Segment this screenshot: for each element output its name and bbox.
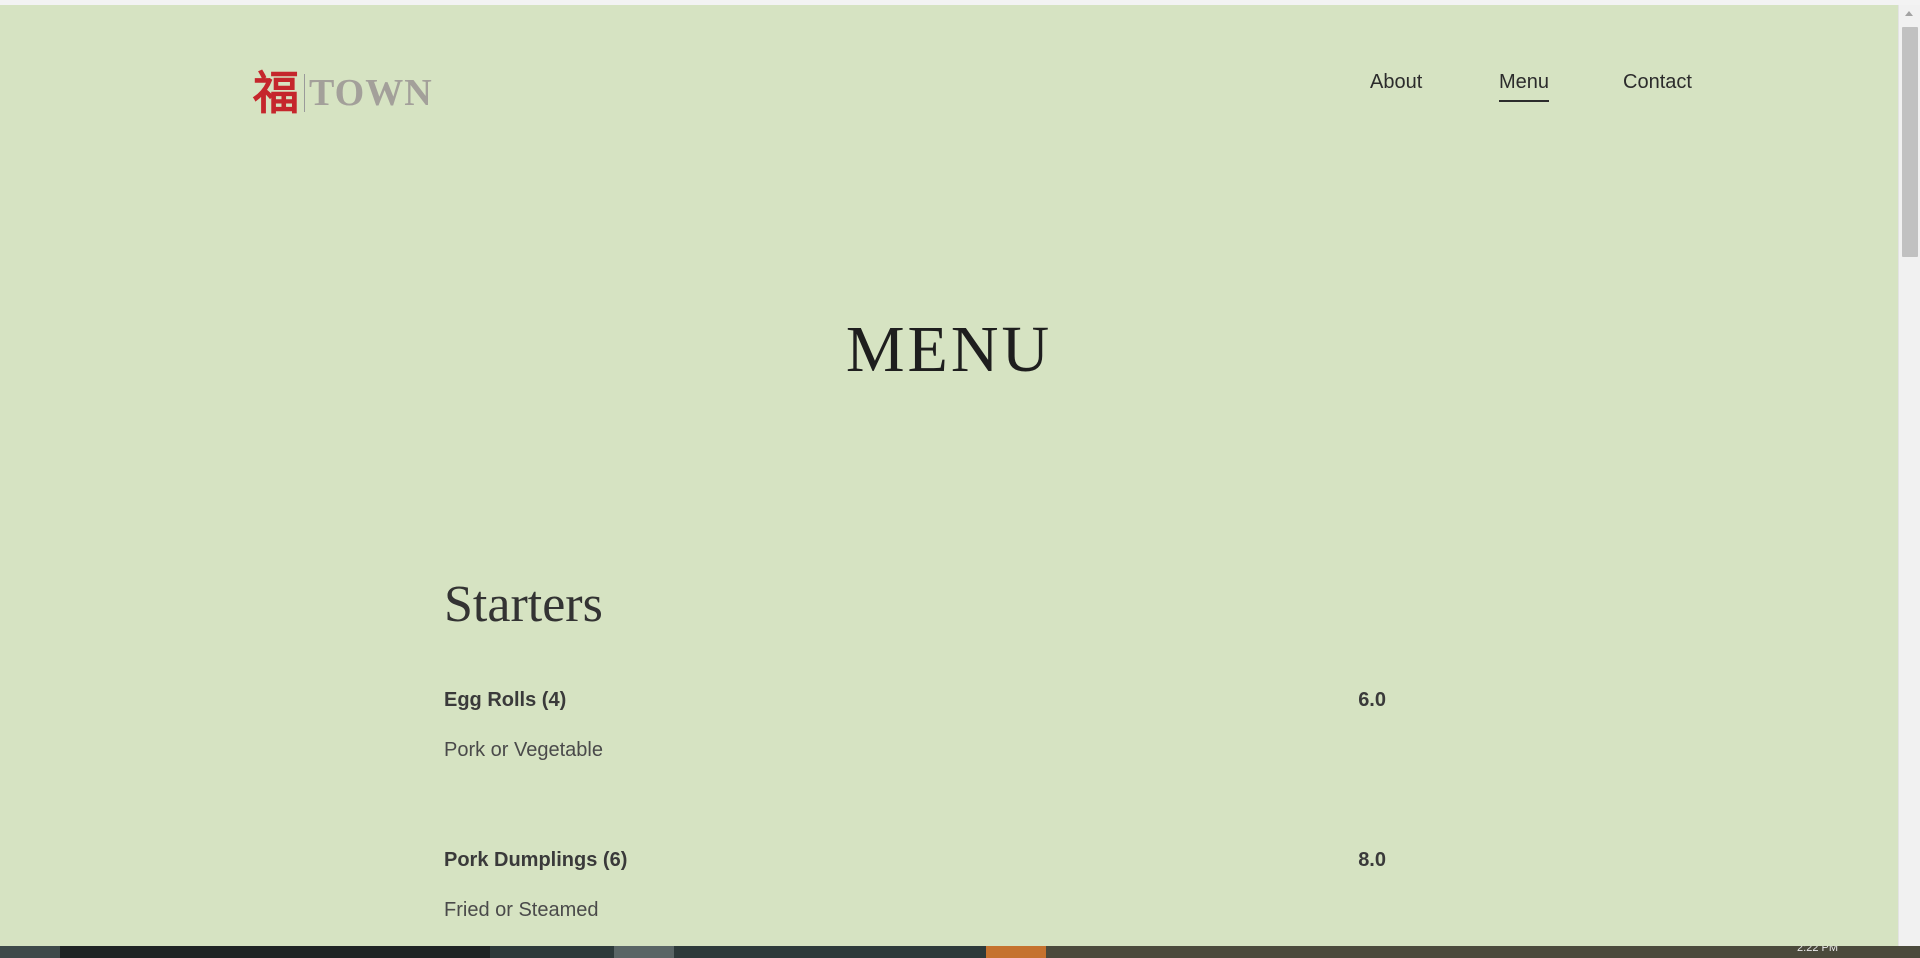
- taskbar-clock[interactable]: 2:22 PM: [1797, 946, 1838, 954]
- menu-item-name: Egg Rolls (4): [444, 689, 567, 711]
- menu-item-description: Fried or Steamed: [444, 899, 599, 921]
- site-logo[interactable]: 福 TOWN: [253, 63, 433, 123]
- taskbar-background: [1046, 946, 1920, 958]
- menu-item-description: Pork or Vegetable: [444, 739, 603, 761]
- taskbar-app-button[interactable]: [614, 946, 674, 958]
- logo-wordmark: TOWN: [309, 72, 433, 114]
- nav-link-about[interactable]: About: [1370, 71, 1422, 100]
- taskbar-search-box[interactable]: [60, 946, 490, 958]
- logo-glyph: 福: [253, 66, 299, 120]
- page: 福 TOWN About Menu Contact MENU Starters …: [0, 5, 1898, 946]
- scrollbar-thumb[interactable]: [1902, 27, 1918, 257]
- os-taskbar: 2:22 PM: [0, 946, 1920, 958]
- menu-item-price: 8.0: [1358, 849, 1386, 871]
- nav-link-contact[interactable]: Contact: [1623, 71, 1692, 100]
- page-title: MENU: [845, 313, 1053, 386]
- menu-item-price: 6.0: [1358, 689, 1386, 711]
- scroll-up-arrow-icon[interactable]: [1905, 11, 1913, 16]
- section-title-starters: Starters: [444, 576, 603, 633]
- vertical-scrollbar[interactable]: [1898, 5, 1920, 946]
- logo-divider: [304, 74, 305, 112]
- menu-item-name: Pork Dumplings (6): [444, 849, 628, 871]
- nav-link-menu[interactable]: Menu: [1499, 71, 1550, 102]
- taskbar-start-area[interactable]: [0, 946, 60, 958]
- taskbar-app-button-active[interactable]: [986, 946, 1046, 958]
